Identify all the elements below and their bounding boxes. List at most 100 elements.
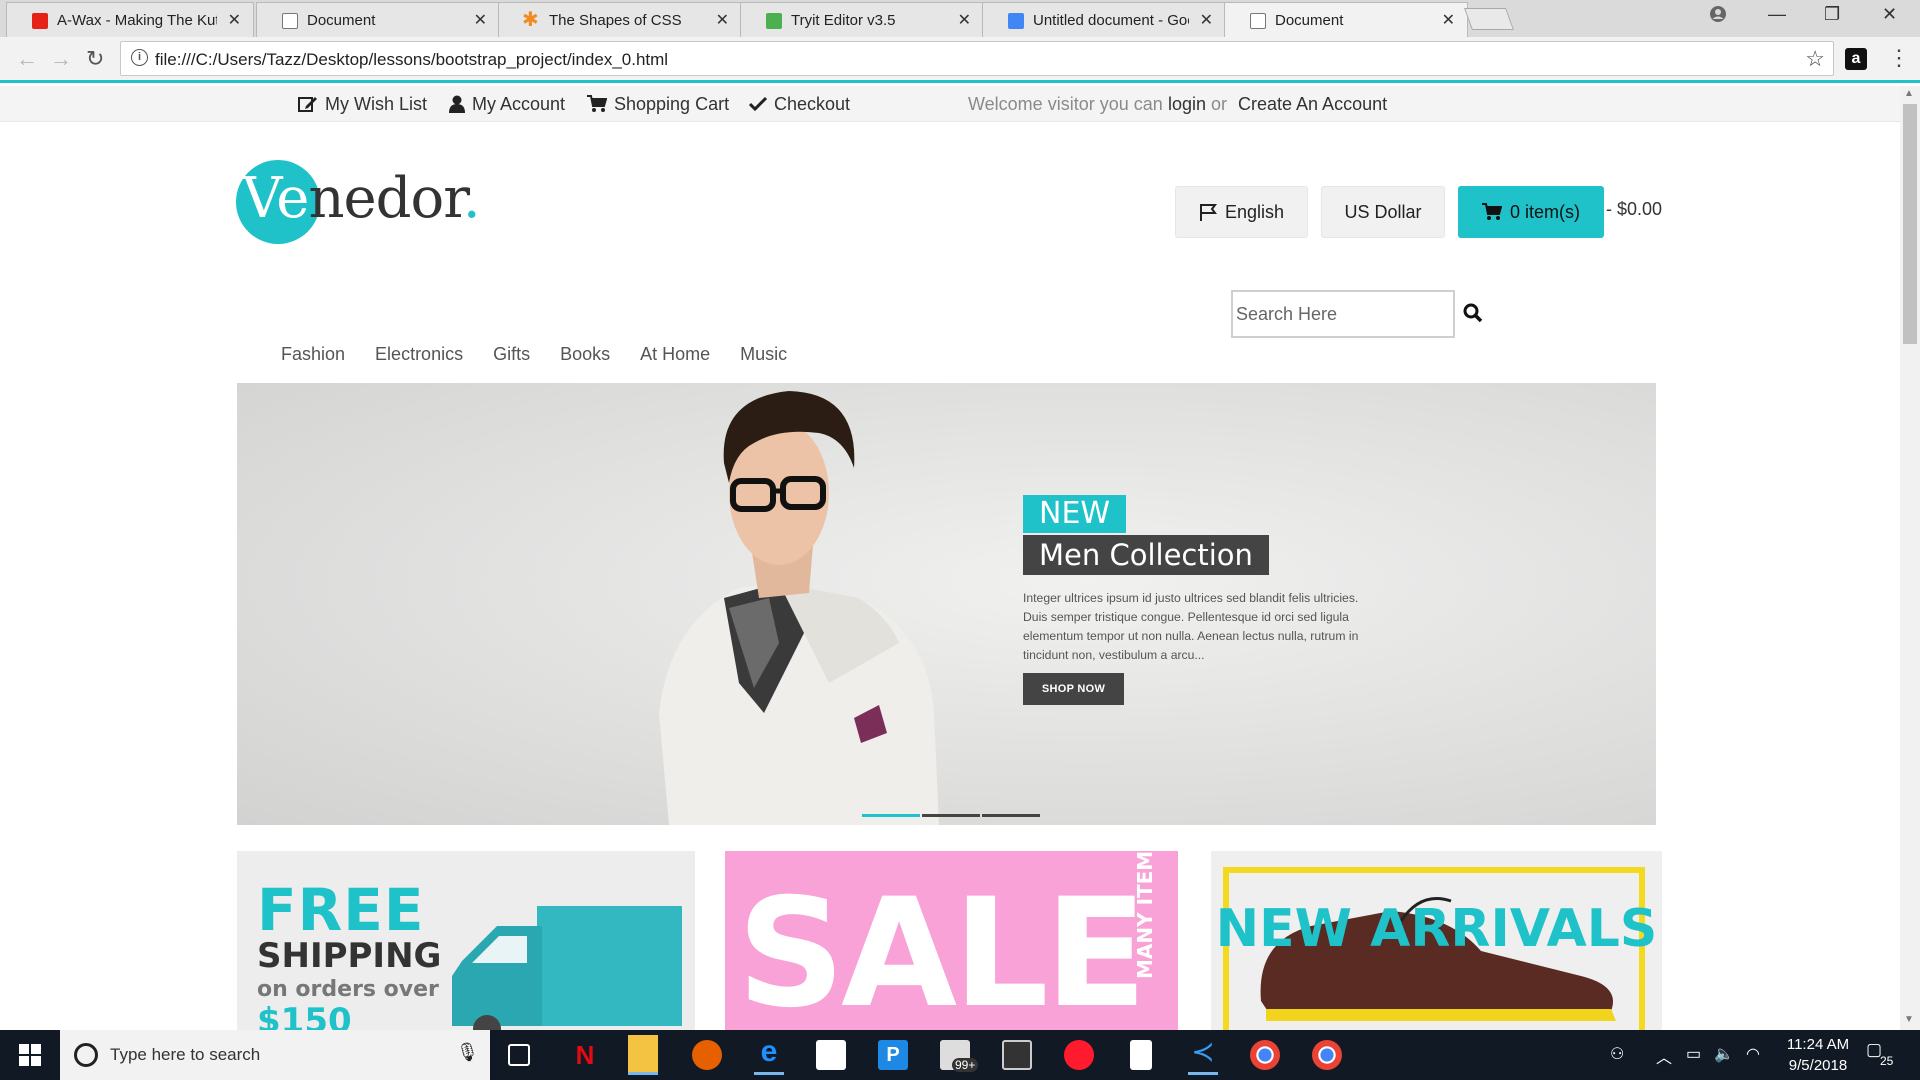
new-arrivals-banner[interactable]: NEW ARRIVALS — [1211, 851, 1662, 1030]
cortana-icon — [74, 1043, 98, 1067]
taskbar-search-placeholder: Type here to search — [110, 1045, 261, 1064]
info-icon[interactable]: i — [131, 49, 148, 66]
search-input[interactable] — [1233, 292, 1453, 336]
page-viewport: My Wish List My Account Shopping Cart Ch… — [0, 86, 1900, 1030]
forward-icon[interactable]: → — [50, 46, 72, 72]
nav-item-electronics[interactable]: Electronics — [375, 344, 463, 374]
publisher-icon[interactable]: P — [878, 1040, 908, 1070]
browser-tab-strip: A-Wax - Making The Kut ✕ Document ✕ ✱ Th… — [0, 0, 1920, 37]
currency-label: US Dollar — [1344, 201, 1422, 222]
store-icon[interactable] — [816, 1040, 846, 1070]
sale-text: SALE — [737, 867, 1147, 1030]
scroll-down-icon[interactable]: ▼ — [1904, 1014, 1914, 1025]
category-nav: Fashion Electronics Gifts Books At Home … — [281, 344, 817, 374]
notification-count: 25 — [1880, 1054, 1894, 1068]
site-logo[interactable]: Venedor. — [236, 160, 496, 250]
many-items-text: MANY ITEMS — [1133, 851, 1157, 979]
slide-indicator[interactable] — [982, 814, 1040, 817]
slide-indicator[interactable] — [862, 814, 920, 817]
firefox-icon[interactable] — [692, 1040, 722, 1070]
orders-text: on orders over — [257, 977, 439, 1002]
windows-icon — [19, 1044, 41, 1066]
scroll-up-icon[interactable]: ▲ — [1904, 88, 1914, 99]
minimize-icon[interactable]: — — [1768, 4, 1786, 25]
shipping-text: SHIPPING — [257, 936, 442, 976]
wifi-icon[interactable]: ◠ — [1746, 1044, 1760, 1064]
nav-item-fashion[interactable]: Fashion — [281, 344, 345, 374]
checkout-link[interactable]: Checkout — [749, 86, 850, 122]
close-tab-icon[interactable]: ✕ — [958, 10, 971, 30]
cart-button[interactable]: 0 item(s) — [1458, 186, 1604, 238]
tab-title: Document — [307, 12, 376, 29]
document-icon[interactable] — [1130, 1040, 1152, 1070]
volume-icon[interactable]: 🔈 — [1714, 1044, 1734, 1064]
scrollbar-thumb[interactable] — [1903, 104, 1917, 344]
vscode-icon[interactable]: ≺ — [1188, 1035, 1218, 1075]
nav-item-at-home[interactable]: At Home — [640, 344, 710, 374]
check-icon — [749, 96, 767, 112]
slide-indicator[interactable] — [922, 814, 980, 817]
cart-icon — [587, 95, 607, 113]
close-window-icon[interactable]: ✕ — [1882, 4, 1897, 25]
close-tab-icon[interactable]: ✕ — [1442, 10, 1455, 30]
people-icon[interactable]: ⚇ — [1610, 1044, 1624, 1064]
task-view-icon[interactable] — [508, 1044, 530, 1066]
close-tab-icon[interactable]: ✕ — [1200, 10, 1213, 30]
browser-tab[interactable]: Untitled document - Goo ✕ — [982, 2, 1226, 37]
profile-icon[interactable] — [1709, 5, 1727, 28]
close-tab-icon[interactable]: ✕ — [228, 10, 241, 30]
currency-button[interactable]: US Dollar — [1321, 186, 1445, 238]
free-shipping-banner[interactable]: FREE SHIPPING on orders over $150 — [237, 851, 695, 1030]
search-icon[interactable] — [1463, 303, 1483, 328]
youtube-icon — [32, 13, 48, 29]
browser-tab[interactable]: Tryit Editor v3.5 ✕ — [740, 2, 984, 37]
nav-item-books[interactable]: Books — [560, 344, 610, 374]
shop-now-button[interactable]: SHOP NOW — [1023, 673, 1124, 705]
nav-item-gifts[interactable]: Gifts — [493, 344, 530, 374]
browser-tab[interactable]: ✱ The Shapes of CSS ✕ — [498, 2, 742, 37]
edit-icon — [298, 95, 318, 113]
page-scrollbar[interactable]: ▲ ▼ — [1900, 86, 1920, 1030]
microphone-icon[interactable]: 🎙 — [456, 1042, 479, 1063]
new-arrivals-text: NEW ARRIVALS — [1215, 899, 1658, 959]
browser-tab[interactable]: A-Wax - Making The Kut ✕ — [6, 2, 254, 37]
sale-banner[interactable]: SALE MANY ITEMS — [725, 851, 1178, 1030]
user-icon — [449, 95, 465, 113]
login-link[interactable]: login — [1168, 86, 1206, 122]
opera-icon[interactable] — [1064, 1040, 1094, 1070]
chrome-icon[interactable] — [1312, 1040, 1342, 1070]
start-button[interactable] — [0, 1030, 60, 1080]
restore-icon[interactable]: ❐ — [1824, 4, 1840, 25]
chevron-up-icon[interactable]: ︿ — [1656, 1044, 1672, 1068]
browser-tab[interactable]: Document ✕ — [256, 2, 500, 37]
file-explorer-icon[interactable] — [628, 1035, 658, 1075]
mail-badge: 99+ — [952, 1058, 979, 1072]
battery-icon[interactable]: ▭ — [1686, 1044, 1701, 1064]
reload-icon[interactable]: ↻ — [86, 46, 104, 72]
terminal-icon[interactable] — [1002, 1040, 1032, 1070]
account-link[interactable]: My Account — [449, 86, 565, 122]
page-icon — [282, 13, 298, 29]
amazon-extension-icon[interactable]: a — [1845, 48, 1867, 70]
language-button[interactable]: English — [1175, 186, 1308, 238]
url-field[interactable]: i file:///C:/Users/Tazz/Desktop/lessons/… — [120, 41, 1834, 76]
chrome-icon[interactable] — [1250, 1040, 1280, 1070]
wishlist-link[interactable]: My Wish List — [298, 86, 427, 122]
create-account-link[interactable]: Create An Account — [1238, 86, 1387, 122]
amount-text: $150 — [257, 1001, 352, 1030]
back-icon[interactable]: ← — [16, 46, 38, 72]
shopping-cart-link[interactable]: Shopping Cart — [587, 86, 729, 122]
tab-title: Untitled document - Goo — [1033, 12, 1189, 29]
taskbar-search[interactable]: Type here to search 🎙 — [60, 1030, 490, 1080]
menu-kebab-icon[interactable]: ⋮ — [1888, 45, 1910, 71]
browser-tab-active[interactable]: Document ✕ — [1224, 2, 1468, 37]
hero-title: Men Collection — [1023, 535, 1269, 575]
nav-item-music[interactable]: Music — [740, 344, 787, 374]
edge-icon[interactable]: e — [754, 1035, 784, 1075]
netflix-icon[interactable]: N — [570, 1040, 600, 1070]
bookmark-star-icon[interactable]: ☆ — [1805, 46, 1825, 72]
taskbar-clock[interactable]: 11:24 AM 9/5/2018 — [1768, 1034, 1868, 1076]
close-tab-icon[interactable]: ✕ — [716, 10, 729, 30]
close-tab-icon[interactable]: ✕ — [474, 10, 487, 30]
new-tab-button[interactable] — [1463, 8, 1515, 30]
